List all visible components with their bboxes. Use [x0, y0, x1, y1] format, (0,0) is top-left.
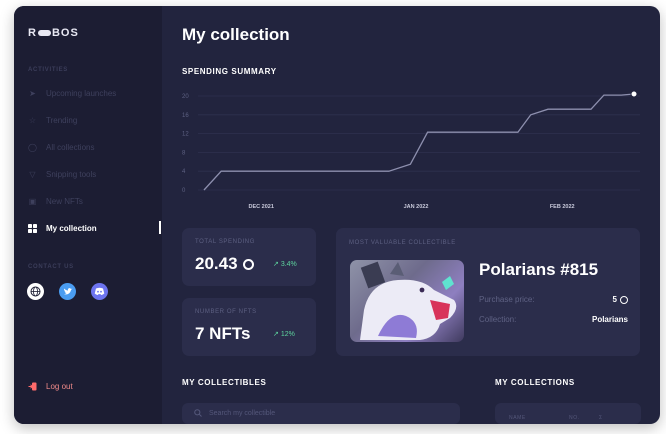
sidebar: R BOS ACTIVITIES ➤ Upcoming launches ☆ T…	[14, 6, 162, 424]
logout-icon	[28, 382, 37, 391]
collection-value: Polarians	[591, 315, 628, 324]
column-header-name: NAME	[509, 415, 526, 421]
gift-icon: ▣	[28, 196, 37, 206]
purchase-price-label: Purchase price:	[479, 295, 535, 304]
logout-button[interactable]: Log out	[28, 382, 73, 391]
active-indicator	[159, 221, 161, 234]
sidebar-item-label: Trending	[46, 115, 78, 125]
sidebar-item-all-collections[interactable]: ◯ All collections	[28, 140, 94, 154]
purchase-price-value: 5	[613, 295, 628, 304]
logo-text-right: BOS	[51, 27, 79, 39]
chart-y-tick-label: 12	[182, 132, 189, 138]
most-valuable-label: MOST VALUABLE COLLECTIBLE	[349, 240, 456, 246]
total-spending-trend: ↗ 3.4%	[273, 260, 297, 268]
my-collectibles-heading: MY COLLECTIBLES	[182, 378, 267, 387]
app-logo[interactable]: R BOS	[28, 27, 79, 39]
number-of-nfts-trend-value: 12%	[280, 331, 295, 338]
column-header-total: Σ	[599, 415, 603, 421]
sidebar-item-label: All collections	[46, 142, 95, 152]
main-content: My collection SPENDING SUMMARY 0 4 8 12 16 20…	[162, 6, 660, 424]
column-header-number: NO.	[569, 415, 580, 421]
logo-glasses-icon	[37, 30, 51, 36]
total-spending-trend-value: 3.4%	[280, 261, 297, 268]
collection-label: Collection:	[479, 315, 517, 324]
logout-label: Log out	[46, 382, 73, 391]
app-window: R BOS ACTIVITIES ➤ Upcoming launches ☆ T…	[14, 6, 660, 424]
number-of-nfts-label: NUMBER OF NFTS	[195, 309, 257, 315]
most-valuable-card[interactable]: MOST VALUABLE COLLECTIBLE Polarians #815…	[336, 228, 640, 356]
search-icon	[194, 408, 203, 419]
total-spending-value: 20.43	[195, 254, 254, 274]
activities-section-label: ACTIVITIES	[28, 67, 69, 73]
chart-y-tick-label: 0	[182, 188, 186, 194]
rocket-icon: ➤	[29, 88, 36, 98]
logo-text-left: R	[28, 27, 37, 39]
sidebar-item-trending[interactable]: ☆ Trending	[28, 113, 77, 127]
chart-x-tick-label: DEC 2021	[249, 204, 274, 210]
page-title: My collection	[182, 25, 290, 44]
chart-x-tick-label: JAN 2022	[404, 204, 429, 210]
chart-x-tick-label: FEB 2022	[550, 204, 575, 210]
total-spending-label: TOTAL SPENDING	[195, 239, 255, 245]
total-spending-card: TOTAL SPENDING 20.43 ↗ 3.4%	[182, 228, 316, 286]
sidebar-item-my-collection[interactable]: My collection	[28, 221, 97, 235]
number-of-nfts-card: NUMBER OF NFTS 7 NFTs ↗ 12%	[182, 298, 316, 356]
grid-icon	[28, 223, 37, 233]
contact-section-label: CONTACT US	[28, 264, 74, 270]
total-spending-amount: 20.43	[195, 254, 238, 273]
funnel-icon: ▽	[29, 169, 36, 179]
trend-up-icon: ↗	[273, 261, 279, 268]
nft-name: Polarians #815	[479, 260, 599, 279]
coin-icon	[242, 258, 254, 270]
nft-artwork-image[interactable]	[350, 260, 464, 342]
chart-series-line	[203, 93, 635, 191]
twitter-icon[interactable]	[59, 283, 76, 300]
discord-icon[interactable]	[91, 283, 108, 300]
spending-chart: 048121620 DEC 2021JAN 2022FEB 2022 20.43	[182, 90, 640, 210]
sidebar-item-upcoming-launches[interactable]: ➤ Upcoming launches	[28, 86, 116, 100]
sidebar-item-snipping-tools[interactable]: ▽ Snipping tools	[28, 167, 96, 181]
search-placeholder: Search my collectible	[209, 410, 276, 417]
my-collections-heading: MY COLLECTIONS	[495, 378, 575, 387]
globe-icon[interactable]	[27, 283, 44, 300]
sidebar-item-label: Snipping tools	[46, 169, 97, 179]
purchase-price-amount: 5	[612, 295, 617, 304]
sidebar-item-label: New NFTs	[46, 196, 83, 206]
star-icon: ☆	[28, 115, 37, 125]
trend-up-icon: ↗	[273, 331, 279, 338]
coin-icon	[620, 295, 628, 304]
sidebar-item-label: Upcoming launches	[46, 88, 117, 98]
spending-summary-heading: SPENDING SUMMARY	[182, 67, 277, 76]
sidebar-item-label: My collection	[46, 223, 97, 233]
collectible-search-input[interactable]: Search my collectible	[182, 403, 460, 424]
sidebar-item-new-nfts[interactable]: ▣ New NFTs	[28, 194, 83, 208]
number-of-nfts-value: 7 NFTs	[195, 324, 251, 343]
chart-y-tick-label: 4	[182, 169, 186, 175]
chart-end-point	[630, 90, 638, 98]
number-of-nfts-trend: ↗ 12%	[273, 330, 295, 338]
chart-y-tick-label: 20	[182, 94, 189, 100]
chart-y-tick-label: 8	[182, 150, 186, 156]
my-collections-table: NAME NO. Σ	[495, 403, 641, 424]
chart-y-tick-label: 16	[182, 113, 189, 119]
clock-icon: ◯	[28, 142, 37, 152]
